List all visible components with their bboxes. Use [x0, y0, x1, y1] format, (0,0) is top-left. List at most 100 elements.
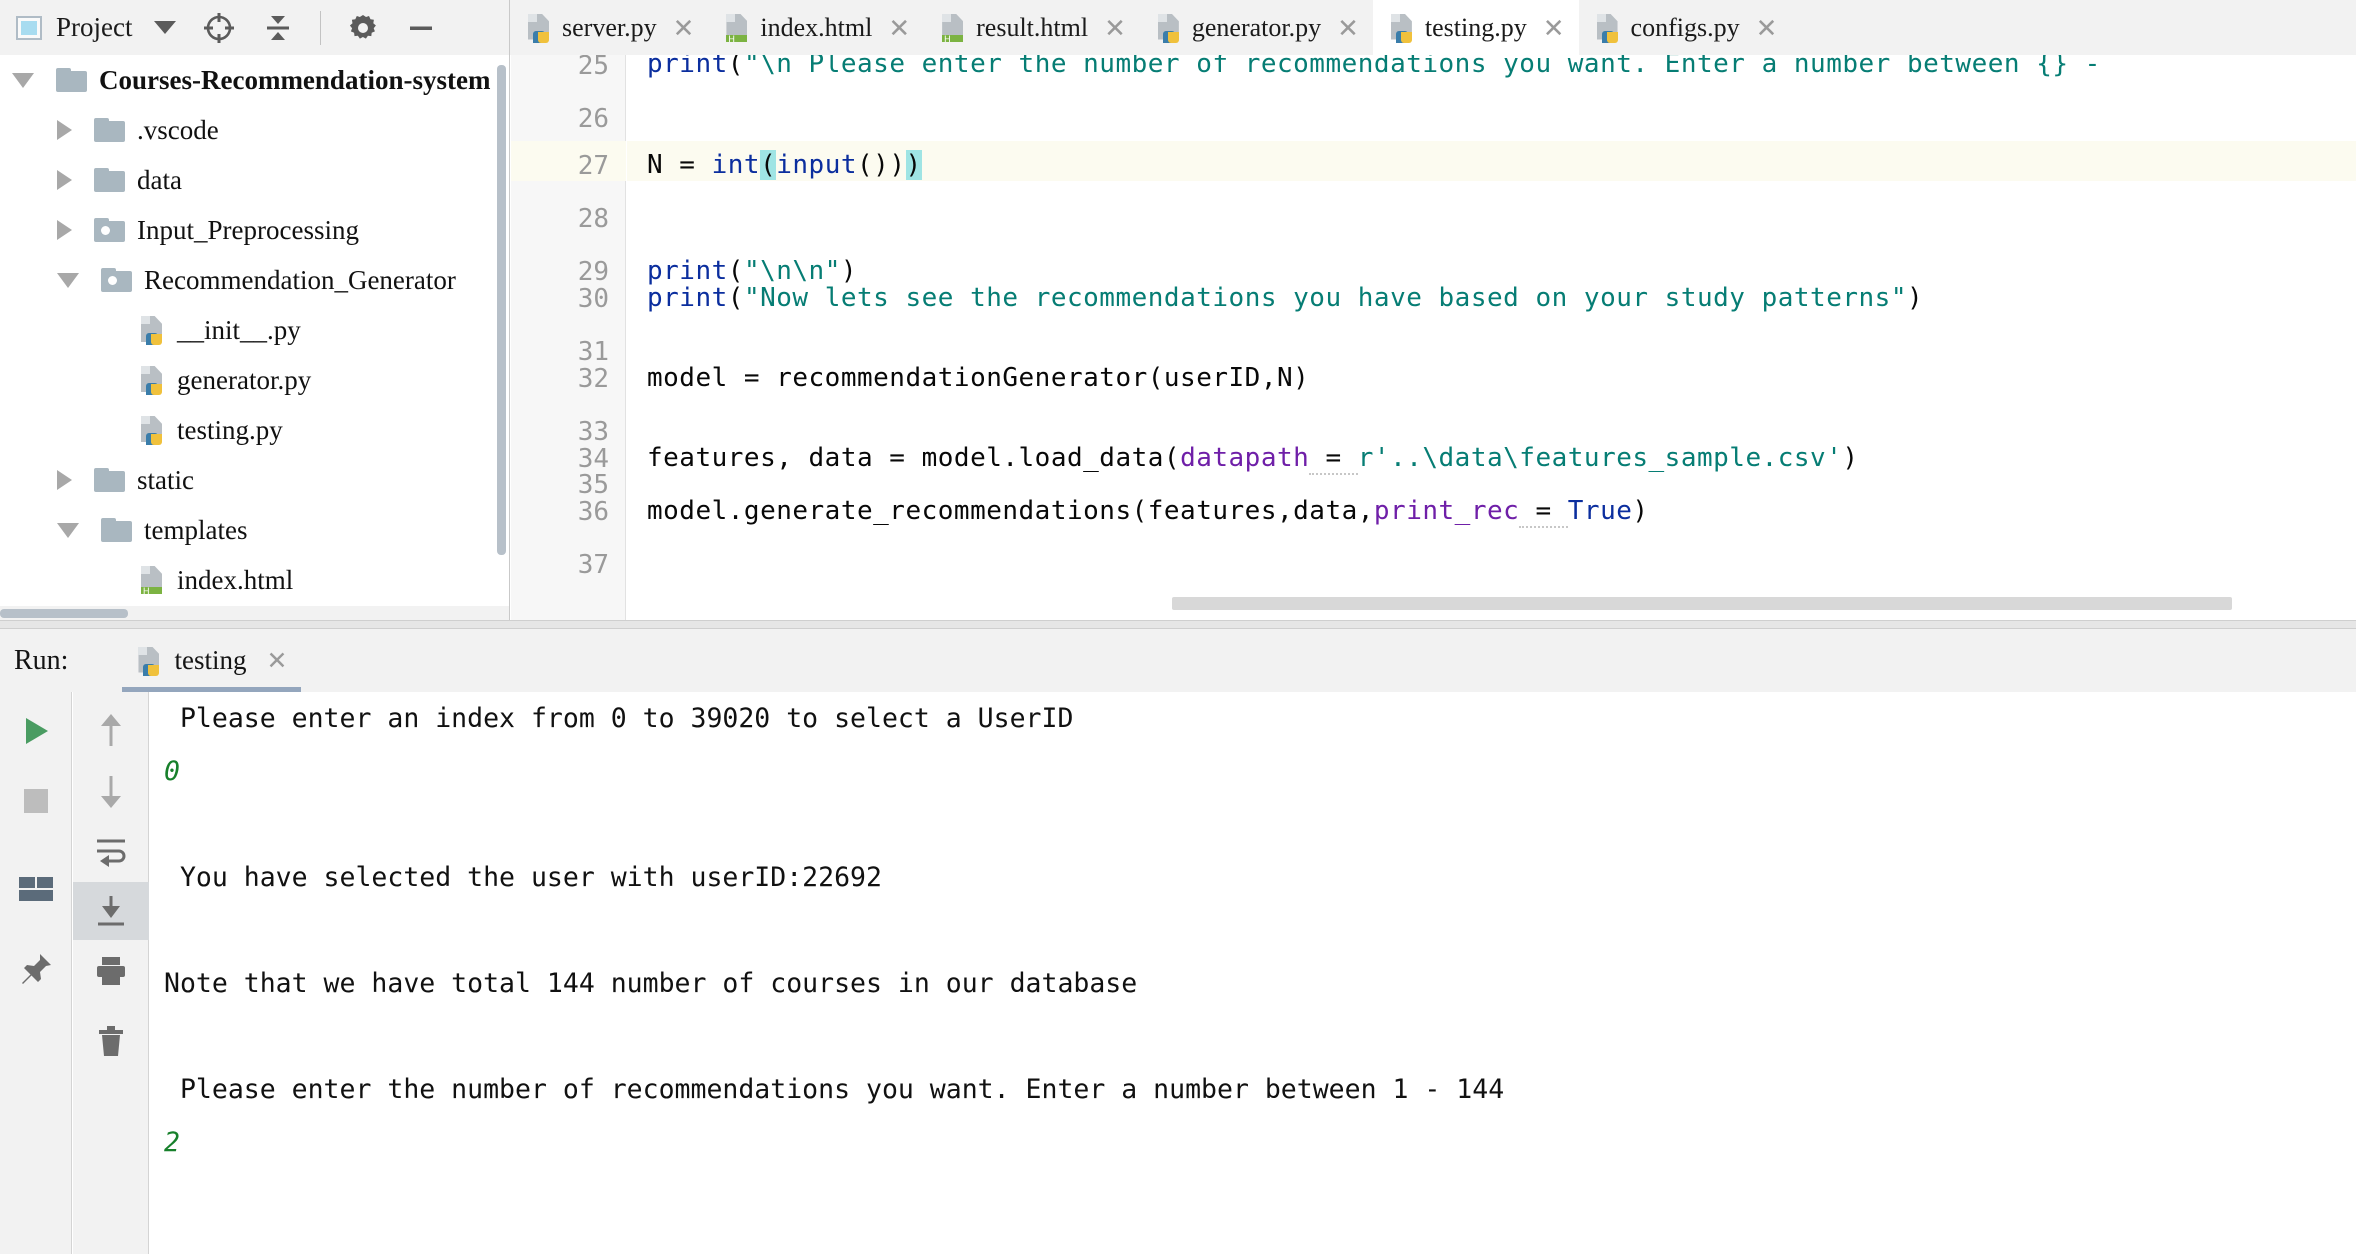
code-line-25: print("\n Please enter the number of rec…: [647, 55, 2117, 79]
line-number: 31: [577, 337, 609, 367]
tree-item-index-html[interactable]: Hindex.html: [0, 555, 509, 605]
python-file-icon: [1595, 13, 1621, 43]
tree-vertical-scrollbar[interactable]: [494, 65, 508, 595]
print-button[interactable]: [73, 942, 149, 1000]
chevron-right-icon[interactable]: [57, 220, 72, 240]
line-number: 27: [577, 151, 609, 181]
console-actions-toolbar: [73, 692, 149, 1254]
chevron-down-icon[interactable]: [57, 522, 79, 538]
run-panel-label: Run:: [14, 644, 69, 676]
panel-splitter[interactable]: [0, 620, 2356, 629]
console-input-line: 2: [164, 1127, 180, 1158]
code-line-29: print("\n\n"): [647, 256, 858, 286]
collapse-all-icon[interactable]: [262, 12, 294, 44]
scroll-down-button[interactable]: [73, 762, 149, 820]
close-icon[interactable]: ✕: [1543, 15, 1565, 41]
editor-tab-server-py[interactable]: server.py ✕: [510, 0, 709, 55]
editor-tab-label: index.html: [760, 12, 873, 42]
package-folder-icon: [94, 218, 125, 242]
hide-panel-icon[interactable]: [405, 12, 437, 44]
stop-button[interactable]: [0, 772, 72, 830]
editor-tab-label: configs.py: [1630, 12, 1740, 42]
folder-icon: [94, 468, 125, 492]
editor-tab-configs-py[interactable]: configs.py ✕: [1578, 0, 1792, 55]
tree-item-templates[interactable]: templates: [0, 505, 509, 555]
code-line-32: model = recommendationGenerator(userID,N…: [647, 363, 1310, 393]
tree-item--vscode[interactable]: .vscode: [0, 105, 509, 155]
tree-item-testing-py[interactable]: testing.py: [0, 405, 509, 455]
console-output[interactable]: Please enter an index from 0 to 39020 to…: [150, 692, 2356, 1254]
tree-item-input-preprocessing[interactable]: Input_Preprocessing: [0, 205, 509, 255]
close-icon[interactable]: ✕: [1337, 15, 1359, 41]
editor-gutter[interactable]: 25 26 27 28 29 30 31 32 33 34 35 36 37: [511, 55, 626, 620]
close-icon[interactable]: ✕: [673, 15, 695, 41]
line-number: 37: [577, 550, 609, 580]
pin-button[interactable]: [0, 940, 72, 998]
tree-item--init-py[interactable]: __init__.py: [0, 305, 509, 355]
close-icon[interactable]: ✕: [888, 15, 910, 41]
chevron-right-icon[interactable]: [57, 470, 72, 490]
tree-item-label: index.html: [177, 564, 294, 595]
close-icon[interactable]: ✕: [1104, 15, 1126, 41]
tree-item-static[interactable]: static: [0, 455, 509, 505]
tree-horizontal-scrollbar[interactable]: [0, 606, 509, 620]
chevron-right-icon[interactable]: [57, 170, 72, 190]
clear-all-button[interactable]: [73, 1012, 149, 1070]
project-window-icon[interactable]: [16, 15, 42, 40]
tree-item-label: __init__.py: [177, 314, 301, 345]
code-line-34: features, data = model.load_data(datapat…: [647, 443, 1859, 475]
editor-tab-label: generator.py: [1191, 12, 1322, 42]
chevron-right-icon[interactable]: [57, 120, 72, 140]
console-output-line: Please enter the number of recommendatio…: [164, 1074, 1505, 1105]
run-tab-label: testing: [174, 645, 247, 675]
line-number: 28: [577, 204, 609, 234]
editor-tab-result-html[interactable]: Hresult.html ✕: [924, 0, 1140, 55]
line-number: 36: [577, 497, 609, 527]
locate-target-icon[interactable]: [202, 11, 236, 45]
tree-item-courses-recommendation-system[interactable]: Courses-Recommendation-system: [0, 55, 509, 105]
tree-item-generator-py[interactable]: generator.py: [0, 355, 509, 405]
run-panel-header: Run: testing ✕: [0, 629, 2356, 692]
project-tree[interactable]: Courses-Recommendation-system .vscode data…: [0, 55, 510, 620]
editor-tab-index-html[interactable]: Hindex.html ✕: [708, 0, 925, 55]
line-number: 25: [577, 55, 609, 81]
python-file-icon: [139, 415, 165, 445]
close-icon[interactable]: ✕: [266, 646, 287, 676]
chevron-down-icon[interactable]: [57, 272, 79, 288]
python-file-icon: [1156, 13, 1182, 43]
project-label: Project: [56, 12, 133, 42]
python-file-icon: [1389, 13, 1415, 43]
editor-tab-label: server.py: [562, 12, 657, 42]
run-tab-testing[interactable]: testing ✕: [122, 629, 302, 692]
run-control-toolbar: [0, 692, 72, 1254]
code-line-30: print("Now lets see the recommendations …: [647, 283, 1924, 313]
editor-tab-generator-py[interactable]: generator.py ✕: [1139, 0, 1373, 55]
python-file-icon: [526, 13, 552, 43]
scroll-up-button[interactable]: [73, 702, 149, 760]
tree-item-recommendation-generator[interactable]: Recommendation_Generator: [0, 255, 509, 305]
chevron-down-icon[interactable]: [154, 21, 177, 34]
editor-horizontal-scrollbar[interactable]: [1172, 597, 2232, 610]
top-toolbar: Project server.py ✕ H index.html ✕ H res…: [0, 0, 2356, 55]
line-number: 33: [577, 417, 609, 447]
scroll-to-end-button[interactable]: [73, 882, 149, 940]
tree-item-label: Input_Preprocessing: [137, 214, 359, 245]
html-file-icon: H: [139, 565, 165, 596]
editor-tab-testing-py[interactable]: testing.py ✕: [1372, 0, 1579, 55]
gear-icon[interactable]: [347, 12, 379, 44]
code-editor[interactable]: 25 26 27 28 29 30 31 32 33 34 35 36 37 p…: [511, 55, 2356, 620]
line-number: 32: [577, 364, 609, 394]
restart-button[interactable]: [0, 860, 72, 918]
tree-item-label: testing.py: [177, 414, 283, 445]
chevron-down-icon[interactable]: [12, 72, 34, 88]
python-file-icon: [136, 646, 162, 676]
close-icon[interactable]: ✕: [1756, 15, 1778, 41]
run-button[interactable]: [0, 702, 72, 760]
project-toolbar: Project: [0, 0, 510, 55]
tree-item-label: templates: [144, 514, 248, 545]
code-text-area[interactable]: print("\n Please enter the number of rec…: [627, 55, 2356, 620]
soft-wrap-button[interactable]: [73, 822, 149, 880]
tree-item-data[interactable]: data: [0, 155, 509, 205]
